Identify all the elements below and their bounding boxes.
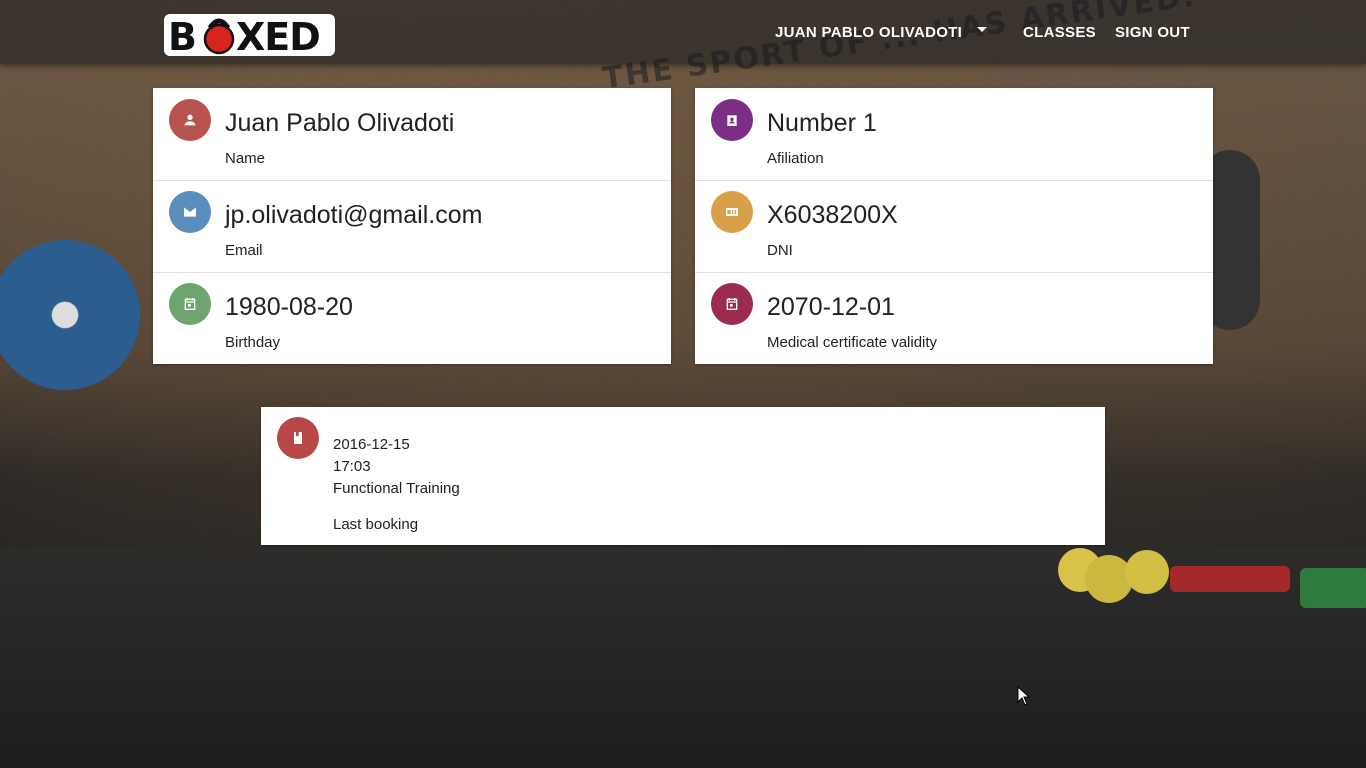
- svg-text:B: B: [168, 15, 196, 56]
- profile-row-email: jp.olivadoti@gmail.com Email: [153, 180, 671, 273]
- medicine-ball-2: [1085, 555, 1133, 603]
- svg-text:XED: XED: [236, 15, 320, 56]
- medical-validity-value: 2070-12-01: [767, 293, 895, 321]
- medicine-ball-3: [1125, 550, 1169, 594]
- id-card-icon: [711, 191, 753, 233]
- birthday-label: Birthday: [225, 334, 281, 351]
- last-booking-card: 2016-12-15 17:03 Functional Training Las…: [261, 407, 1105, 545]
- calendar-icon: [711, 283, 753, 325]
- top-navbar: B XED JUAN PABLO OLIVADOTI CLASSES SIGN …: [0, 0, 1366, 64]
- dni-value: X6038200X: [767, 201, 898, 229]
- green-plate-stack: [1300, 568, 1366, 608]
- booking-date: 2016-12-15: [333, 436, 410, 453]
- classes-link[interactable]: CLASSES: [1023, 0, 1096, 64]
- gym-floor: [0, 548, 1366, 768]
- last-booking-label: Last booking: [333, 516, 419, 533]
- boxed-logo[interactable]: B XED: [164, 14, 335, 56]
- logo-graphic: B XED: [168, 15, 321, 56]
- email-label: Email: [225, 242, 263, 259]
- email-icon: [169, 191, 211, 233]
- email-value: jp.olivadoti@gmail.com: [225, 201, 483, 229]
- user-menu-button[interactable]: JUAN PABLO OLIVADOTI: [775, 0, 962, 64]
- mouse-cursor-icon: [1017, 686, 1031, 706]
- medical-validity-label: Medical certificate validity: [767, 334, 938, 351]
- booking-details: 2016-12-15 17:03 Functional Training: [333, 434, 460, 500]
- medicine-ball-1: [1058, 548, 1102, 592]
- name-value: Juan Pablo Olivadoti: [225, 109, 455, 137]
- booking-time: 17:03: [333, 458, 371, 475]
- profile-card-left: Juan Pablo Olivadoti Name jp.olivadoti@g…: [153, 88, 671, 364]
- book-icon: [277, 417, 319, 459]
- sign-out-link[interactable]: SIGN OUT: [1115, 0, 1190, 64]
- birthday-value: 1980-08-20: [225, 293, 353, 321]
- weight-plate-left: [0, 240, 140, 390]
- profile-row-medical: 2070-12-01 Medical certificate validity: [695, 272, 1213, 364]
- name-label: Name: [225, 150, 266, 167]
- profile-row-dni: X6038200X DNI: [695, 180, 1213, 273]
- profile-row-name: Juan Pablo Olivadoti Name: [153, 88, 671, 181]
- affiliation-value: Number 1: [767, 109, 877, 137]
- profile-row-affiliation: Number 1 Afiliation: [695, 88, 1213, 181]
- affiliation-label: Afiliation: [767, 150, 824, 167]
- red-plate-stack: [1170, 566, 1290, 592]
- person-icon: [169, 99, 211, 141]
- badge-icon: [711, 99, 753, 141]
- calendar-icon: [169, 283, 211, 325]
- profile-row-birthday: 1980-08-20 Birthday: [153, 272, 671, 364]
- profile-card-right: Number 1 Afiliation X6038200X DNI 2070-1…: [695, 88, 1213, 364]
- booking-class-name: Functional Training: [333, 480, 460, 497]
- chevron-down-icon[interactable]: [977, 27, 987, 32]
- dni-label: DNI: [767, 242, 793, 259]
